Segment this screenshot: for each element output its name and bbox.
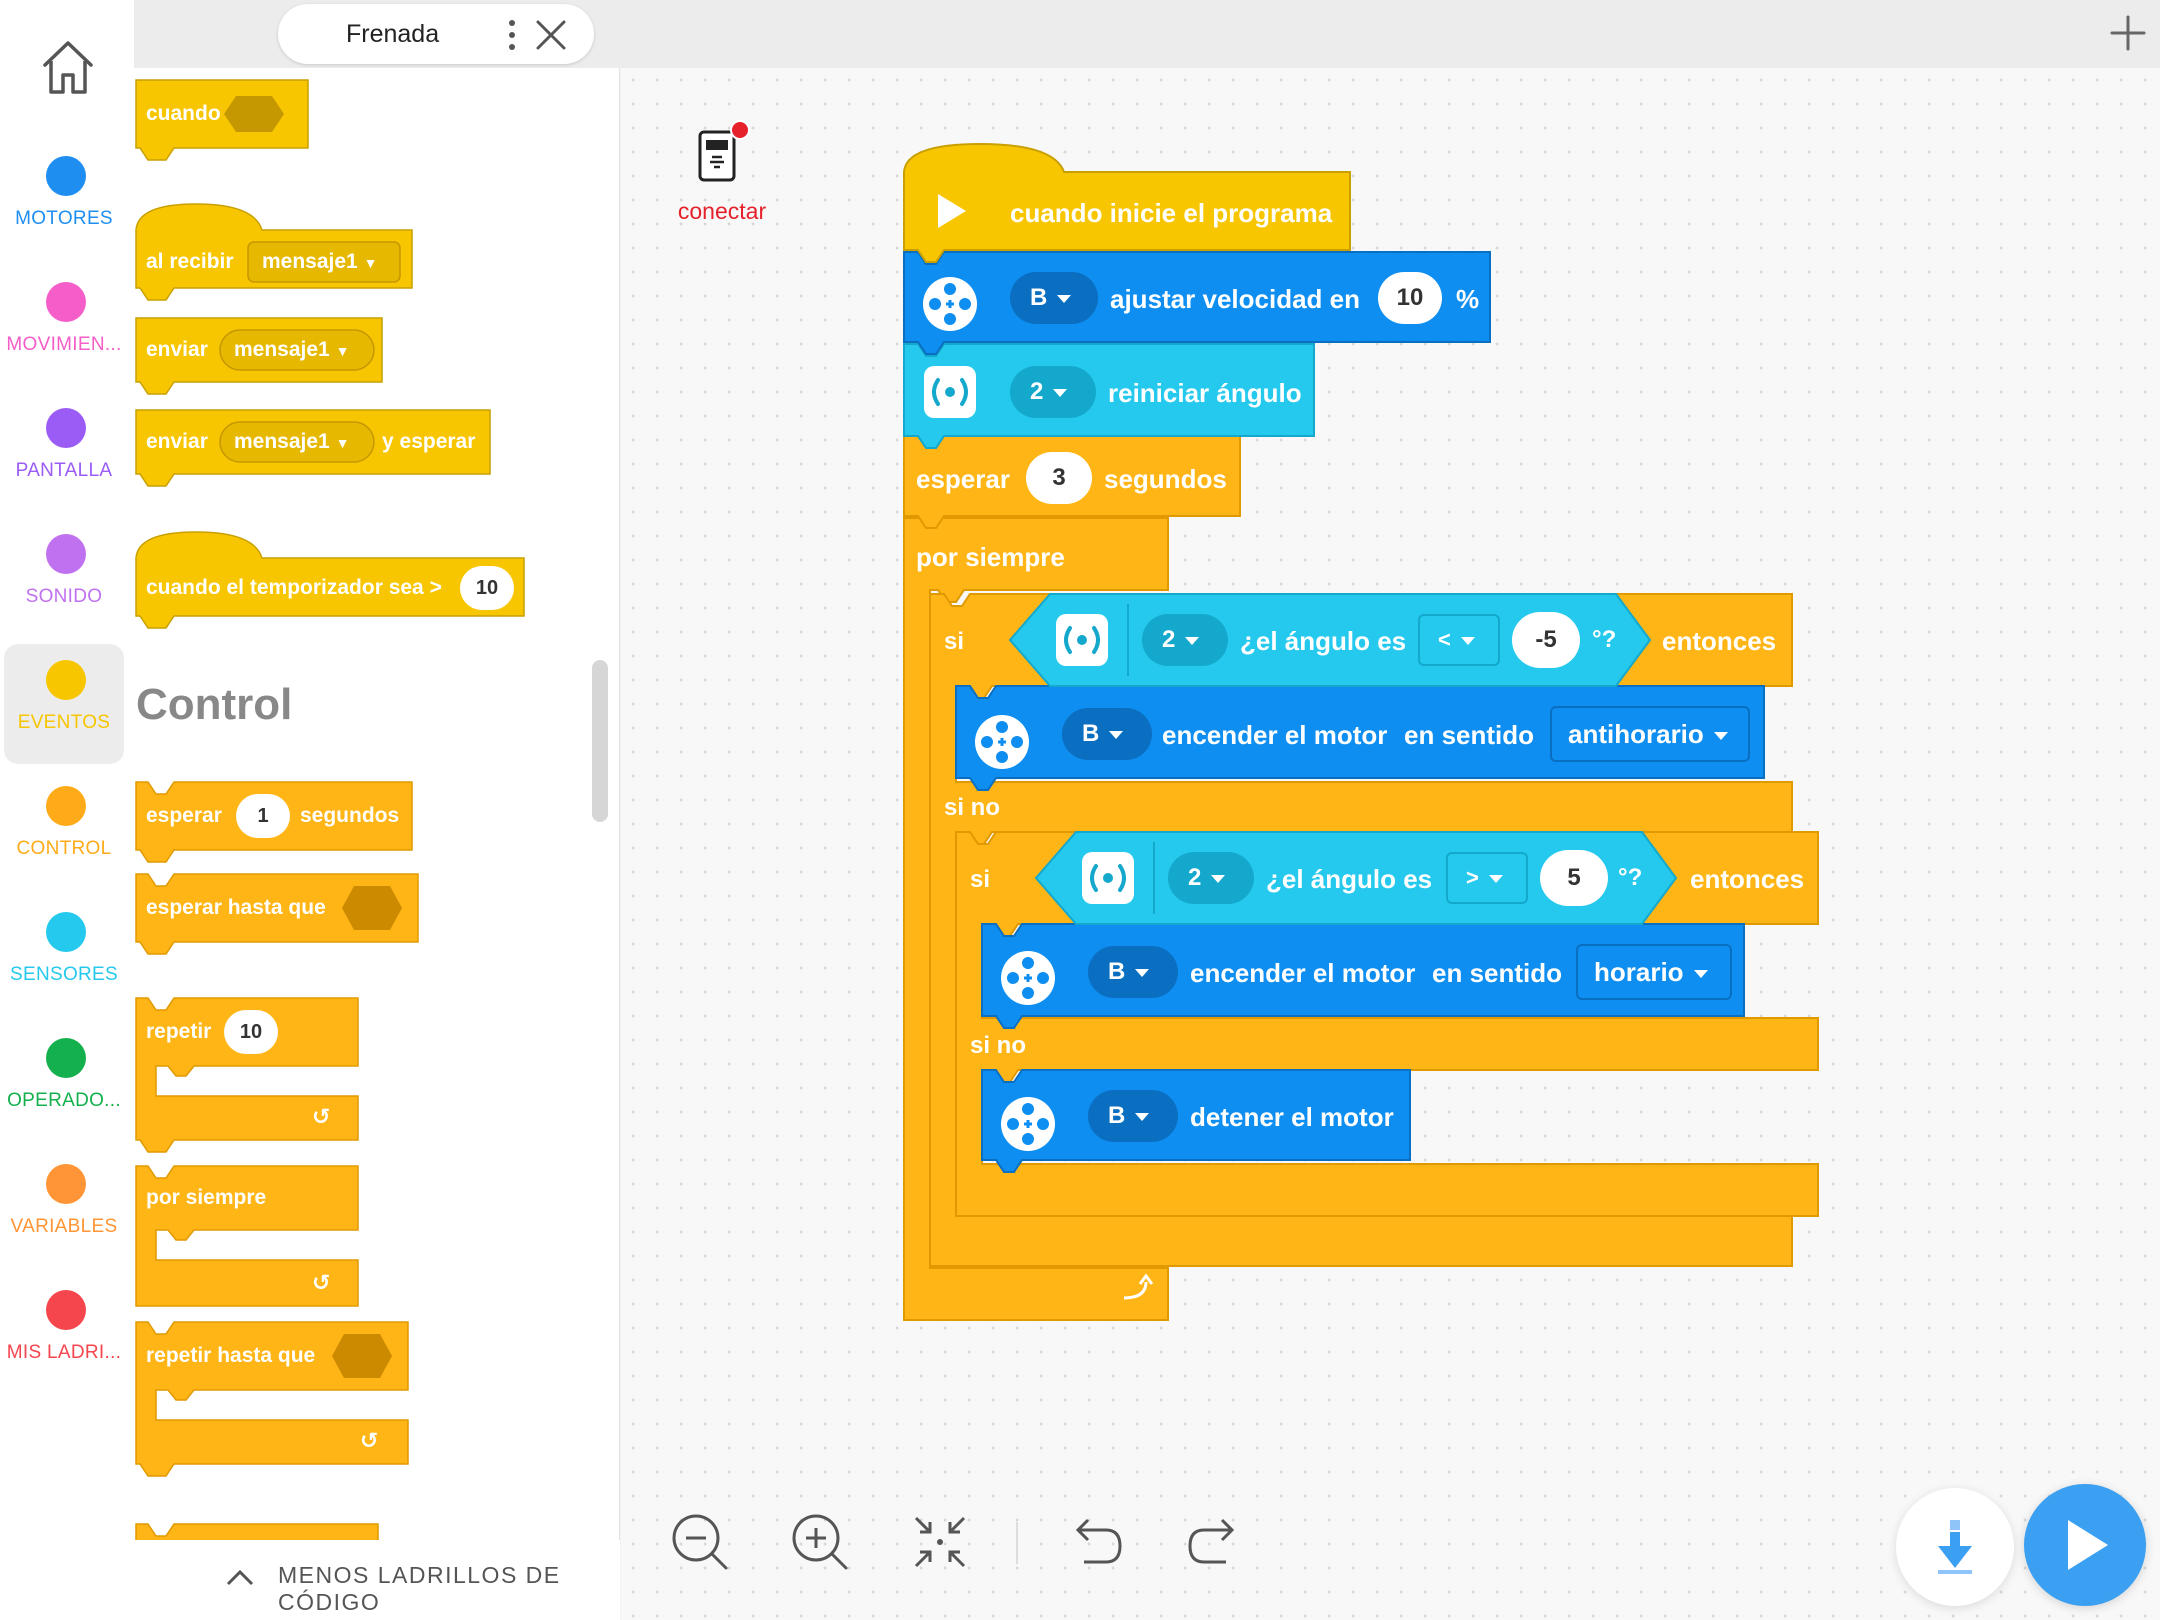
- toolbar-divider: [1016, 1522, 1018, 1564]
- angle-question-label: ¿el ángulo es: [1240, 626, 1407, 656]
- port-label: B: [1108, 1102, 1126, 1129]
- motor-icon: [1001, 1097, 1055, 1151]
- redo-icon[interactable]: [1184, 1512, 1244, 1572]
- undo-icon[interactable]: [1066, 1512, 1126, 1572]
- if-label: si: [970, 866, 991, 893]
- download-icon: [1938, 1520, 1972, 1574]
- caret-down-icon: [1693, 970, 1708, 979]
- port-label: B: [1108, 958, 1126, 985]
- comparison-dropdown[interactable]: <: [1418, 614, 1500, 666]
- caret-down-icon: [1057, 294, 1072, 303]
- if-label: si: [944, 628, 965, 655]
- sensor-port-dropdown[interactable]: 2: [1010, 366, 1096, 418]
- motor-on-label: encender el motor: [1190, 958, 1416, 988]
- caret-down-icon: [1135, 968, 1150, 977]
- rotation-sensor-icon: [1082, 852, 1134, 904]
- port-label: 2: [1188, 864, 1202, 891]
- direction-dropdown[interactable]: antihorario: [1550, 706, 1750, 762]
- then-label: entonces: [1690, 864, 1805, 894]
- center-view-icon[interactable]: [910, 1512, 970, 1572]
- angle-threshold-input[interactable]: 5: [1540, 850, 1608, 906]
- caret-down-icon: [1053, 388, 1068, 397]
- set-speed-label: ajustar velocidad en: [1110, 284, 1360, 314]
- motor-on-label: encender el motor: [1162, 720, 1388, 750]
- comparison-dropdown[interactable]: >: [1446, 852, 1528, 904]
- motor-icon: [923, 277, 977, 331]
- direction-dropdown[interactable]: horario: [1576, 944, 1732, 1000]
- stop-motor-label: detener el motor: [1190, 1102, 1394, 1132]
- motor-icon: [1001, 951, 1055, 1005]
- caret-down-icon: [1135, 1112, 1150, 1121]
- caret-down-icon: [1488, 875, 1503, 884]
- direction-value: horario: [1594, 957, 1684, 987]
- seconds-label: segundos: [1104, 464, 1227, 494]
- rotation-sensor-icon: [924, 366, 976, 418]
- else-label: si no: [970, 1032, 1027, 1059]
- program-block-shapes: [903, 142, 1819, 1321]
- then-label: entonces: [1662, 626, 1777, 656]
- zoom-out-icon[interactable]: [670, 1512, 730, 1572]
- rotation-sensor-icon: [1056, 614, 1108, 666]
- degree-question-label: °?: [1618, 864, 1643, 891]
- sensor-port-dropdown[interactable]: 2: [1142, 614, 1228, 666]
- degree-question-label: °?: [1592, 626, 1617, 653]
- direction-label: en sentido: [1432, 958, 1563, 988]
- motor-port-dropdown[interactable]: B: [1062, 708, 1152, 760]
- sensor-port-dropdown[interactable]: 2: [1168, 852, 1254, 904]
- motor-icon: [975, 715, 1029, 769]
- else-label: si no: [944, 794, 1001, 821]
- port-label: 2: [1162, 626, 1176, 653]
- direction-label: en sentido: [1404, 720, 1535, 750]
- download-button[interactable]: [1896, 1488, 2014, 1606]
- port-label: B: [1030, 284, 1048, 311]
- play-icon: [2068, 1520, 2108, 1570]
- percent-label: %: [1456, 284, 1480, 314]
- caret-down-icon: [1713, 732, 1728, 741]
- reset-angle-label: reiniciar ángulo: [1108, 378, 1302, 408]
- caret-down-icon: [1185, 636, 1200, 645]
- operator-label: <: [1438, 627, 1451, 652]
- motor-port-dropdown[interactable]: B: [1010, 272, 1098, 324]
- angle-question-label: ¿el ángulo es: [1266, 864, 1433, 894]
- caret-down-icon: [1460, 637, 1475, 646]
- zoom-in-icon[interactable]: [790, 1512, 850, 1572]
- wait-label: esperar: [916, 464, 1010, 494]
- play-flag-icon: [934, 190, 970, 232]
- wait-value-input[interactable]: 3: [1026, 452, 1092, 504]
- port-label: 2: [1030, 378, 1044, 405]
- speed-value-input[interactable]: 10: [1378, 272, 1442, 324]
- forever-label: por siempre: [916, 542, 1065, 572]
- angle-threshold-input[interactable]: -5: [1512, 612, 1580, 668]
- run-button[interactable]: [2024, 1484, 2146, 1606]
- motor-port-dropdown[interactable]: B: [1088, 1090, 1178, 1142]
- port-label: B: [1082, 720, 1100, 747]
- caret-down-icon: [1109, 730, 1124, 739]
- start-label: cuando inicie el programa: [1010, 198, 1333, 228]
- operator-label: >: [1466, 865, 1479, 890]
- direction-value: antihorario: [1568, 719, 1704, 749]
- motor-port-dropdown[interactable]: B: [1088, 946, 1178, 998]
- caret-down-icon: [1211, 874, 1226, 883]
